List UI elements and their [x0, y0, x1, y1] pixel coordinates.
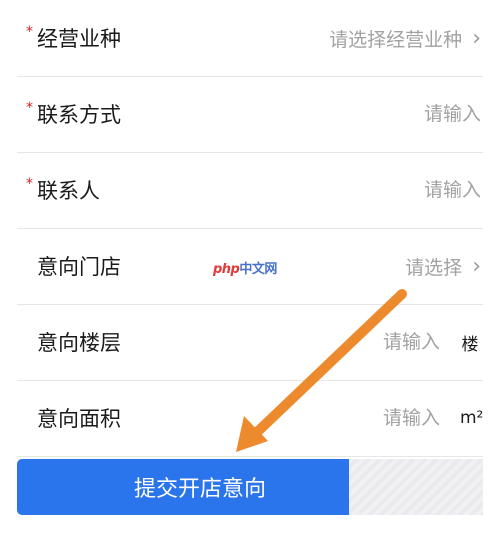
business-type-select[interactable]: 请选择经营业种 ›: [329, 0, 483, 76]
site-watermark: php中文网: [213, 258, 277, 277]
contact-person-input[interactable]: [361, 179, 481, 201]
business-type-value: 请选择经营业种: [329, 28, 463, 51]
row-label-target-area: 意向面积: [37, 407, 121, 431]
submit-store-intent-button[interactable]: 提交开店意向: [17, 459, 349, 515]
form-row-contact-person: * 联系人: [17, 152, 483, 229]
floor-unit-label: 楼: [461, 334, 479, 355]
row-label-business-type: 经营业种: [37, 27, 121, 51]
chevron-right-icon: ›: [472, 25, 481, 51]
row-label-target-floor: 意向楼层: [37, 331, 121, 355]
required-mark: *: [26, 100, 33, 116]
watermark-text: 中文网: [239, 262, 277, 277]
row-label-target-store: 意向门店: [37, 255, 121, 279]
contact-method-input[interactable]: [361, 103, 481, 125]
row-label-contact-method: 联系方式: [37, 103, 121, 127]
required-mark: *: [26, 24, 33, 40]
target-floor-input[interactable]: [340, 331, 440, 353]
row-label-contact-person: 联系人: [37, 179, 100, 203]
form-row-target-floor: 意向楼层 楼: [17, 304, 483, 381]
form-row-target-area: 意向面积 m²: [17, 380, 483, 457]
button-tail-overlay: [349, 459, 483, 515]
target-area-value: m²: [340, 380, 483, 456]
form-row-contact-method: * 联系方式: [17, 76, 483, 153]
contact-person-value: [361, 152, 483, 228]
target-floor-value: 楼: [340, 304, 483, 380]
target-area-input[interactable]: [340, 407, 440, 429]
area-unit-label: m²: [460, 408, 484, 428]
target-store-value: 请选择: [405, 256, 463, 279]
target-store-select[interactable]: 请选择 ›: [405, 228, 483, 304]
chevron-right-icon: ›: [472, 253, 481, 279]
required-mark: *: [26, 176, 33, 192]
contact-method-value: [361, 76, 483, 152]
watermark-prefix: php: [213, 262, 240, 277]
form-row-business-type[interactable]: * 经营业种 请选择经营业种 ›: [17, 0, 483, 77]
